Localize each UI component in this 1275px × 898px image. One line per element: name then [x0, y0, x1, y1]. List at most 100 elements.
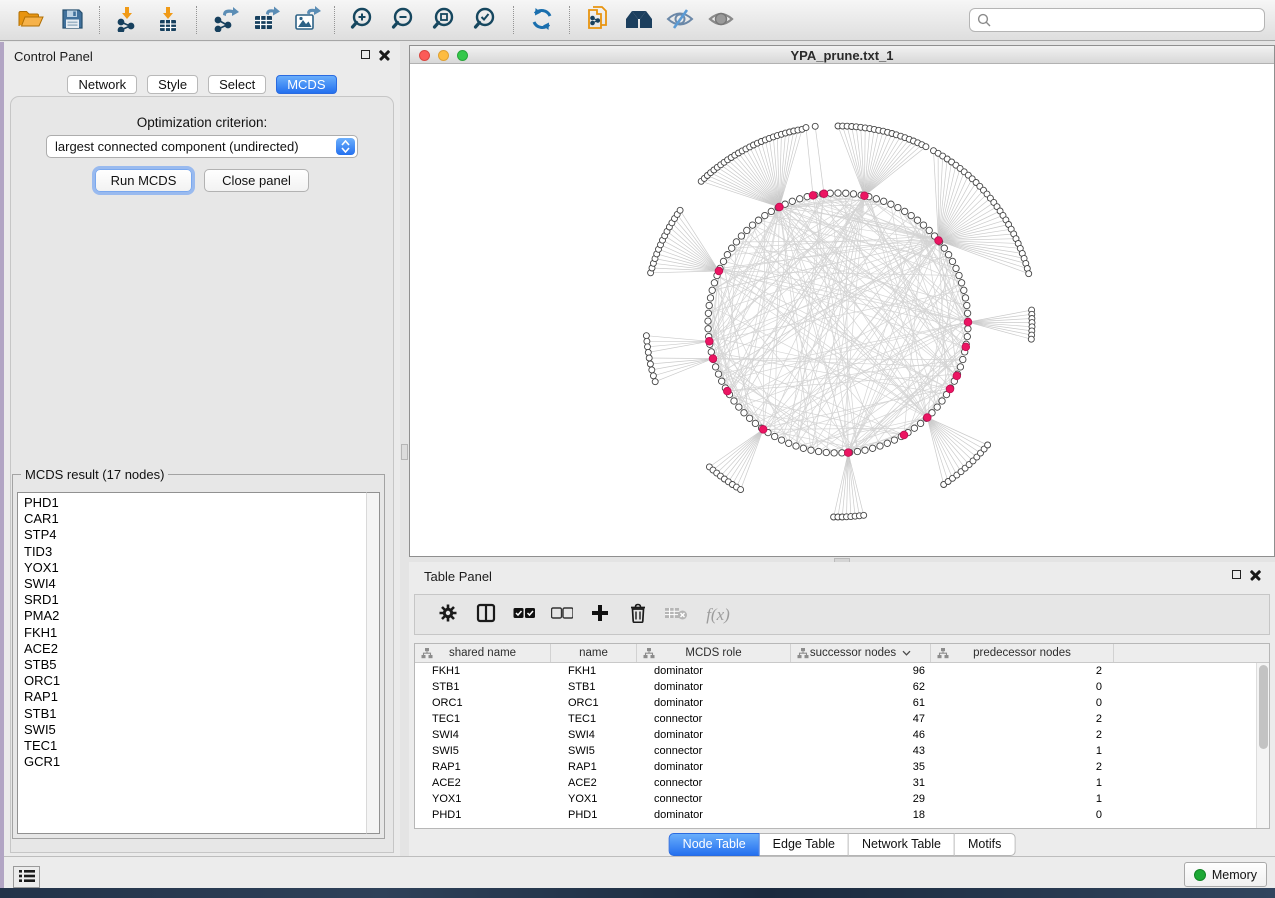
column-header-filler: [1114, 644, 1269, 662]
table-cell: 2: [931, 711, 1114, 727]
table-settings-button[interactable]: [429, 599, 467, 631]
table-cell: dominator: [637, 679, 791, 695]
split-columns-icon: [476, 603, 496, 626]
save-session-button[interactable]: [51, 3, 92, 37]
tab-style[interactable]: Style: [147, 75, 198, 94]
mcds-result-item[interactable]: TEC1: [24, 738, 366, 754]
delete-column-button[interactable]: [619, 599, 657, 631]
table-row[interactable]: ACE2ACE2connector311: [415, 775, 1269, 791]
column-header-name[interactable]: name: [551, 644, 637, 662]
mcds-result-item[interactable]: PHD1: [24, 495, 366, 511]
table-cell: 0: [931, 695, 1114, 711]
export-image-button[interactable]: [286, 3, 327, 37]
mcds-result-item[interactable]: RAP1: [24, 689, 366, 705]
mcds-result-item[interactable]: YOX1: [24, 560, 366, 576]
mcds-result-item[interactable]: FKH1: [24, 625, 366, 641]
column-header-label: shared name: [449, 647, 516, 659]
tab-network-table[interactable]: Network Table: [849, 833, 955, 856]
table-cell: ACE2: [415, 775, 551, 791]
float-panel-icon[interactable]: [361, 50, 370, 59]
deselect-all-button[interactable]: [543, 599, 581, 631]
table-cell: SWI4: [551, 727, 637, 743]
mcds-result-item[interactable]: ACE2: [24, 641, 366, 657]
export-table-icon: [252, 6, 280, 35]
mcds-result-item[interactable]: GCR1: [24, 754, 366, 770]
table-row[interactable]: SWI5SWI5connector431: [415, 743, 1269, 759]
table-cell: STB1: [415, 679, 551, 695]
table-row[interactable]: STB1STB1dominator620: [415, 679, 1269, 695]
tab-motifs[interactable]: Motifs: [955, 833, 1015, 856]
mcds-result-item[interactable]: STB5: [24, 657, 366, 673]
share-document-button[interactable]: [577, 3, 618, 37]
table-row[interactable]: YOX1YOX1connector291: [415, 791, 1269, 807]
table-cell: dominator: [637, 807, 791, 823]
birds-eye-view-button[interactable]: [618, 3, 659, 37]
column-header-MCDS-role[interactable]: MCDS role: [637, 644, 791, 662]
column-type-icon: [937, 648, 949, 662]
table-cell: 47: [791, 711, 931, 727]
node-table: shared name nameMCDS rolesuccessor nodesp…: [414, 643, 1270, 829]
memory-button[interactable]: Memory: [1184, 862, 1267, 887]
show-details-button[interactable]: [700, 3, 741, 37]
mcds-result-item[interactable]: SWI4: [24, 576, 366, 592]
mcds-result-item[interactable]: PMA2: [24, 608, 366, 624]
export-table-button[interactable]: [245, 3, 286, 37]
import-network-button[interactable]: [107, 3, 148, 37]
table-cell: PHD1: [415, 807, 551, 823]
float-panel-icon[interactable]: [1232, 570, 1241, 579]
mcds-result-item[interactable]: ORC1: [24, 673, 366, 689]
desktop-background: [0, 888, 1275, 898]
export-network-button[interactable]: [204, 3, 245, 37]
close-panel-button[interactable]: Close panel: [204, 169, 309, 192]
show-columns-button[interactable]: [467, 599, 505, 631]
control-panel-tabs: Network Style Select MCDS: [4, 75, 400, 94]
column-header-predecessor-nodes[interactable]: predecessor nodes: [931, 644, 1114, 662]
mcds-result-item[interactable]: STB1: [24, 706, 366, 722]
tab-edge-table[interactable]: Edge Table: [760, 833, 849, 856]
tab-node-table[interactable]: Node Table: [669, 833, 760, 856]
table-scrollbar-thumb[interactable]: [1259, 665, 1268, 749]
mcds-result-scrollbar[interactable]: [366, 492, 380, 834]
table-cell: 35: [791, 759, 931, 775]
mcds-result-item[interactable]: SRD1: [24, 592, 366, 608]
table-cell: 1: [931, 743, 1114, 759]
create-column-button[interactable]: [581, 599, 619, 631]
network-window-titlebar[interactable]: YPA_prune.txt_1: [410, 46, 1274, 64]
tab-network[interactable]: Network: [67, 75, 137, 94]
table-row[interactable]: ORC1ORC1dominator610: [415, 695, 1269, 711]
mcds-result-item[interactable]: STP4: [24, 527, 366, 543]
table-row[interactable]: SWI4SWI4dominator462: [415, 727, 1269, 743]
control-panel: Control Panel NetworkStyleSelectMCDS Opt…: [4, 42, 400, 856]
mcds-result-item[interactable]: SWI5: [24, 722, 366, 738]
table-row[interactable]: PHD1PHD1dominator180: [415, 807, 1269, 823]
zoom-fit-button[interactable]: [424, 3, 465, 37]
vertical-splitter-handle[interactable]: [401, 444, 408, 460]
mcds-result-item[interactable]: CAR1: [24, 511, 366, 527]
table-row[interactable]: TEC1TEC1connector472: [415, 711, 1269, 727]
import-table-button[interactable]: [148, 3, 189, 37]
table-cell: ACE2: [551, 775, 637, 791]
close-panel-icon[interactable]: [379, 49, 390, 60]
select-all-button[interactable]: [505, 599, 543, 631]
zoom-selected-button[interactable]: [465, 3, 506, 37]
zoom-out-button[interactable]: [383, 3, 424, 37]
table-row[interactable]: FKH1FKH1dominator962: [415, 663, 1269, 679]
column-header-shared-name[interactable]: shared name: [415, 644, 551, 662]
run-mcds-button[interactable]: Run MCDS: [95, 169, 192, 192]
close-panel-icon[interactable]: [1250, 569, 1261, 580]
open-session-button[interactable]: [10, 3, 51, 37]
column-header-successor-nodes[interactable]: successor nodes: [791, 644, 931, 662]
criterion-select[interactable]: largest connected component (undirected): [46, 135, 358, 158]
network-canvas[interactable]: [410, 65, 1274, 556]
tab-select[interactable]: Select: [208, 75, 266, 94]
table-panel-header: Table Panel: [409, 562, 1275, 588]
mcds-result-item[interactable]: TID3: [24, 544, 366, 560]
task-history-button[interactable]: [13, 866, 40, 888]
table-row[interactable]: RAP1RAP1dominator352: [415, 759, 1269, 775]
tab-mcds[interactable]: MCDS: [276, 75, 336, 94]
hide-details-button[interactable]: [659, 3, 700, 37]
table-scrollbar[interactable]: [1256, 663, 1269, 828]
zoom-in-button[interactable]: [342, 3, 383, 37]
search-input[interactable]: [996, 13, 1257, 27]
apply-layout-button[interactable]: [521, 3, 562, 37]
